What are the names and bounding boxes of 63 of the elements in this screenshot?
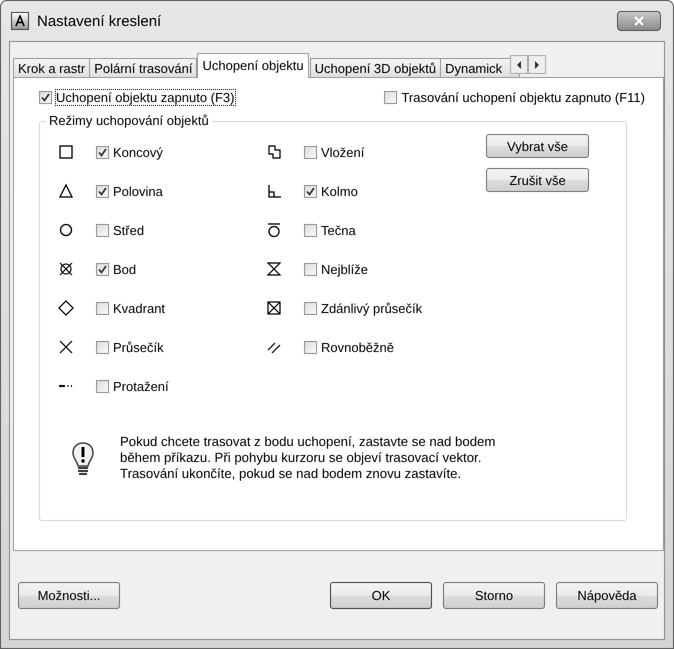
- snap-marker-icon: [58, 300, 74, 316]
- checkbox[interactable]: [384, 91, 398, 104]
- checkbox[interactable]: [39, 91, 52, 104]
- group-title: Režimy uchopování objektů: [46, 113, 212, 128]
- window-title: Nastavení kreslení: [37, 12, 162, 30]
- dialog-button[interactable]: OK: [330, 582, 432, 608]
- dialog-button[interactable]: Nápověda: [556, 582, 658, 608]
- snap-marker-icon: [58, 385, 73, 387]
- checkbox[interactable]: [96, 146, 109, 158]
- checkbox[interactable]: [304, 224, 317, 236]
- scroll-right-button[interactable]: [528, 55, 546, 74]
- right-arrow-icon: [534, 60, 540, 68]
- checkbox[interactable]: [304, 184, 317, 198]
- checkbox[interactable]: [96, 224, 109, 236]
- snap-marker-icon: [58, 183, 74, 199]
- checkbox-label[interactable]: Nejblíže: [321, 262, 368, 276]
- hint-text: Pokud chcete trasovat z bodu uchopení, zastavte se nad bodem během příkazu. Při pohybu kurzoru se objeví trasovací vektor. Trasování ukončíte, pokud se nad bodem znovu zastavíte.: [120, 434, 496, 482]
- close-button[interactable]: [617, 11, 661, 31]
- checkbox[interactable]: [96, 262, 109, 276]
- left-arrow-icon: [516, 60, 522, 68]
- snap-marker-icon: [266, 144, 282, 160]
- checkbox-label[interactable]: Trasování uchopení objektu zapnuto (F11): [401, 90, 645, 105]
- checkbox-label[interactable]: Bod: [113, 262, 136, 276]
- snap-marker-icon: [266, 183, 282, 199]
- options-button[interactable]: Možnosti...: [18, 582, 120, 608]
- snap-marker-icon: [266, 300, 282, 316]
- snap-marker-icon: [58, 144, 74, 160]
- checkbox-label[interactable]: Tečna: [321, 222, 356, 238]
- snap-marker-icon: [266, 261, 282, 277]
- lightbulb-icon: [72, 442, 94, 478]
- checkbox-label[interactable]: Kvadrant: [113, 300, 166, 316]
- snap-marker-icon: [58, 222, 74, 238]
- checkbox-label[interactable]: Průsečík: [113, 340, 164, 354]
- tab[interactable]: Polární trasování: [89, 58, 198, 78]
- checkbox-label[interactable]: Střed: [113, 222, 144, 238]
- scroll-left-button[interactable]: [510, 55, 528, 74]
- snap-marker-icon: [266, 222, 282, 238]
- checkbox[interactable]: [96, 340, 109, 354]
- tab[interactable]: Krok a rastr: [13, 58, 90, 78]
- close-icon: [633, 16, 645, 26]
- app-icon: [11, 12, 29, 30]
- checkbox-label[interactable]: Vložení: [321, 144, 364, 160]
- select-button[interactable]: Zrušit vše: [486, 168, 589, 192]
- checkbox-label[interactable]: Koncový: [113, 144, 163, 160]
- snap-marker-icon: [58, 339, 74, 355]
- tab[interactable]: Uchopení objektu: [197, 53, 309, 78]
- checkbox[interactable]: [96, 184, 109, 198]
- select-button[interactable]: Vybrat vše: [486, 134, 589, 158]
- checkbox-label[interactable]: Rovnoběžně: [321, 340, 394, 354]
- checkbox[interactable]: [96, 380, 109, 392]
- checkbox-label[interactable]: Kolmo: [321, 184, 358, 198]
- checkbox[interactable]: [304, 262, 317, 276]
- checkbox-label[interactable]: Zdánlivý průsečík: [321, 300, 422, 316]
- checkbox-label[interactable]: Uchopení objektu zapnuto (F3): [56, 90, 234, 105]
- checkbox-label[interactable]: Polovina: [113, 184, 163, 198]
- snap-marker-icon: [58, 261, 74, 277]
- checkbox-label[interactable]: Protažení: [113, 378, 169, 394]
- checkbox[interactable]: [96, 302, 109, 314]
- checkbox[interactable]: [304, 340, 317, 354]
- tab[interactable]: Uchopení 3D objektů: [310, 58, 442, 78]
- dialog-button[interactable]: Storno: [443, 582, 545, 608]
- checkbox[interactable]: [304, 146, 317, 158]
- checkbox[interactable]: [304, 302, 317, 314]
